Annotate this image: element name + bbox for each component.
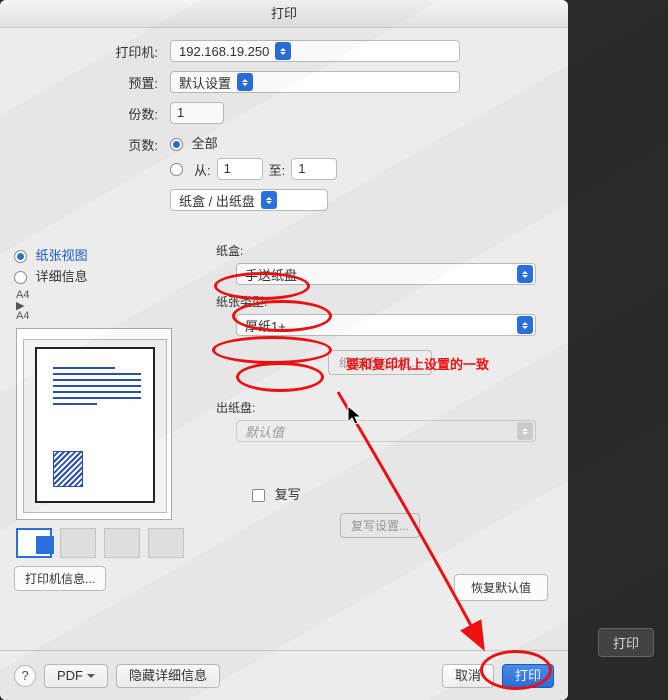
dropdown-arrow-icon	[237, 73, 253, 91]
output-label: 出纸盘:	[216, 399, 552, 416]
preset-select[interactable]: 默认设置	[170, 71, 460, 93]
view-paper-radio[interactable]	[14, 250, 27, 263]
printer-label: 打印机:	[18, 42, 170, 61]
view-paper-label: 纸张视图	[36, 248, 88, 263]
view-detail-radio[interactable]	[14, 271, 27, 284]
printer-select[interactable]: 192.168.19.250	[170, 40, 460, 62]
background-print-button[interactable]: 打印	[598, 628, 654, 657]
page-preview	[16, 328, 172, 520]
pages-group: 全部 从: 1 至: 1	[170, 133, 337, 180]
print-button[interactable]: 打印	[502, 664, 554, 688]
dropdown-arrow-icon	[261, 191, 277, 209]
carbon-checkbox[interactable]	[252, 489, 265, 502]
dropdown-arrow-icon	[517, 265, 533, 283]
bottom-bar: ? PDF 隐藏详细信息 取消 打印	[0, 650, 568, 700]
tray-settings-button[interactable]: 纸盒纸张设置...	[328, 350, 432, 375]
layout-thumb-4[interactable]	[148, 528, 184, 558]
output-value: 默认值	[245, 422, 284, 441]
carbon-settings-button[interactable]: 复写设置...	[340, 513, 420, 538]
printer-value: 192.168.19.250	[179, 44, 269, 59]
tray-label: 纸盒:	[216, 242, 552, 259]
section-select[interactable]: 纸盒 / 出纸盘	[170, 189, 328, 211]
view-detail-label: 详细信息	[36, 269, 88, 284]
layout-thumb-2[interactable]	[60, 528, 96, 558]
section-value: 纸盒 / 出纸盘	[179, 191, 255, 210]
output-select[interactable]: 默认值	[236, 420, 536, 442]
pages-to-label: 至:	[269, 160, 286, 179]
papertype-value: 厚纸1+	[245, 316, 286, 335]
pages-from-label: 从:	[194, 160, 211, 179]
papertype-label: 纸张类型:	[216, 293, 552, 310]
tray-value: 手送纸盘	[245, 265, 297, 284]
pages-all-label: 全部	[192, 136, 218, 151]
pdf-dropdown[interactable]: PDF	[44, 664, 108, 688]
pages-range-radio[interactable]	[170, 163, 183, 176]
restore-defaults-button[interactable]: 恢复默认值	[454, 574, 548, 601]
papertype-select[interactable]: 厚纸1+	[236, 314, 536, 336]
layout-thumbs	[16, 528, 190, 558]
pages-from-input[interactable]: 1	[217, 158, 263, 180]
form-area: 打印机: 192.168.19.250 预置: 默认设置 份数: 1 页数: 全…	[0, 28, 568, 224]
preset-label: 预置:	[18, 73, 170, 92]
dropdown-arrow-icon	[517, 422, 533, 440]
dropdown-arrow-icon	[517, 316, 533, 334]
copies-input[interactable]: 1	[170, 102, 224, 124]
cancel-button[interactable]: 取消	[442, 664, 494, 688]
pages-label: 页数:	[18, 133, 170, 154]
layout-thumb-1[interactable]	[16, 528, 52, 558]
dropdown-arrow-icon	[275, 42, 291, 60]
settings-column: 纸盒: 手送纸盘 纸张类型: 厚纸1+ 纸盒纸张设置... 出纸盘: 默认值 复…	[208, 234, 552, 601]
help-button[interactable]: ?	[14, 665, 36, 687]
dialog-title: 打印	[0, 0, 568, 28]
layout-thumb-3[interactable]	[104, 528, 140, 558]
tray-select[interactable]: 手送纸盘	[236, 263, 536, 285]
printer-info-button[interactable]: 打印机信息...	[14, 566, 106, 591]
preview-column: 纸张视图 详细信息 A4 ▶ A4	[14, 245, 192, 591]
size-label-bottom: A4	[16, 310, 192, 322]
carbon-label: 复写	[275, 487, 301, 502]
pages-all-radio[interactable]	[170, 138, 183, 151]
hide-details-button[interactable]: 隐藏详细信息	[116, 664, 220, 688]
preset-value: 默认设置	[179, 73, 231, 92]
pages-to-input[interactable]: 1	[291, 158, 337, 180]
print-dialog: 打印 打印机: 192.168.19.250 预置: 默认设置 份数: 1 页数…	[0, 0, 568, 700]
copies-label: 份数:	[18, 104, 170, 123]
